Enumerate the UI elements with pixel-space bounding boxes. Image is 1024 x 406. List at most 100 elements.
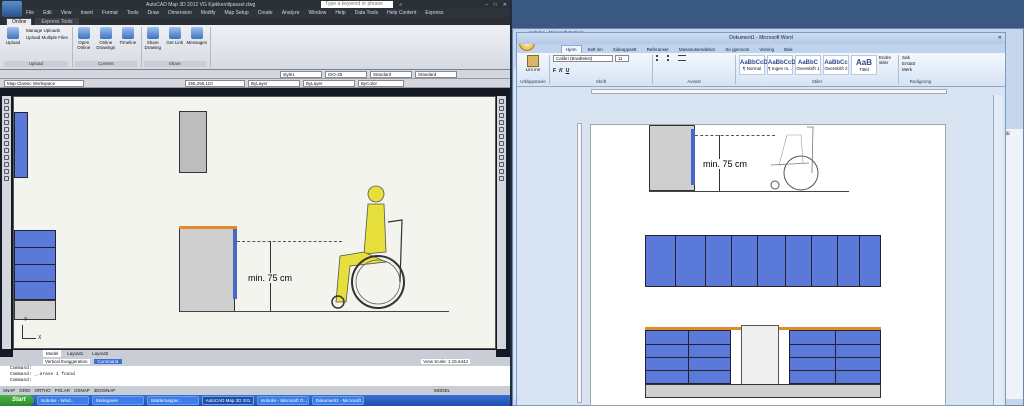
- open-online-button[interactable]: Open Online: [75, 27, 93, 50]
- get-link-button[interactable]: Get Link: [166, 27, 184, 45]
- spline-tool-icon[interactable]: [4, 141, 9, 146]
- share-drawing-button[interactable]: Share Drawing: [144, 27, 162, 50]
- color-select[interactable]: 255,255,110: [185, 79, 245, 87]
- circle-tool-icon[interactable]: [4, 134, 9, 139]
- lineweight-select[interactable]: ByLayer: [303, 79, 355, 87]
- menu-item[interactable]: Insert: [80, 10, 93, 16]
- command-line[interactable]: Command: Command: _.erase 1 found Comman…: [0, 366, 510, 386]
- grid-toggle[interactable]: GRID: [19, 388, 30, 393]
- underline-icon[interactable]: U: [566, 68, 570, 74]
- menu-item[interactable]: Edit: [43, 10, 52, 16]
- command-button[interactable]: Command: [93, 359, 123, 364]
- linetype-select[interactable]: ByLayer: [248, 79, 300, 87]
- tab-hjem[interactable]: Hjem: [561, 45, 582, 53]
- table-style-select[interactable]: Standard: [370, 70, 412, 78]
- timeline-button[interactable]: Timeline: [119, 27, 137, 45]
- close-icon[interactable]: ✕: [998, 33, 1002, 44]
- menu-item[interactable]: Format: [102, 10, 118, 16]
- font-name-select[interactable]: Calibri (Brødtekst): [553, 55, 613, 62]
- view-scale[interactable]: View Scale: 1:15.6444: [421, 359, 470, 364]
- italic-icon[interactable]: K: [559, 68, 563, 74]
- style-heading-2[interactable]: AaBbCc Overskrift 2: [823, 55, 849, 75]
- paste-button[interactable]: Lim inn: [520, 55, 546, 72]
- hatch-tool-icon[interactable]: [4, 169, 9, 174]
- bold-icon[interactable]: F: [553, 68, 556, 74]
- trim-tool-icon[interactable]: [499, 162, 504, 167]
- block-tool-icon[interactable]: [4, 155, 9, 160]
- document-page[interactable]: min. 75 cm: [590, 124, 946, 406]
- extend-tool-icon[interactable]: [499, 169, 504, 174]
- array-tool-icon[interactable]: [499, 127, 504, 132]
- start-button[interactable]: Start: [0, 395, 34, 406]
- change-styles-button[interactable]: Endre stiler: [879, 55, 895, 75]
- menu-item[interactable]: Draw: [147, 10, 159, 16]
- mirror-tool-icon[interactable]: [499, 113, 504, 118]
- tab-sett-inn[interactable]: Sett inn: [584, 46, 607, 53]
- scale-tool-icon[interactable]: [499, 148, 504, 153]
- messages-button[interactable]: Messages: [187, 27, 207, 45]
- autocad-app-button[interactable]: [2, 1, 22, 17]
- menu-item[interactable]: Map Setup: [225, 10, 249, 16]
- tab-express-tools[interactable]: Express Tools: [35, 18, 79, 25]
- rotate-tool-icon[interactable]: [499, 141, 504, 146]
- rectangle-tool-icon[interactable]: [4, 120, 9, 125]
- tab-layout2[interactable]: Layout2: [89, 350, 111, 357]
- tab-visning[interactable]: Visning: [755, 46, 778, 53]
- vertical-ruler[interactable]: [577, 123, 582, 403]
- taskbar-item[interactable]: Innboks - Microsoft O...: [256, 396, 309, 405]
- style-heading-1[interactable]: AaBbC Overskrift 1: [795, 55, 821, 75]
- move-tool-icon[interactable]: [499, 134, 504, 139]
- workspace-select[interactable]: Map Classic Workspace: [4, 79, 84, 87]
- offset-tool-icon[interactable]: [499, 120, 504, 125]
- stretch-tool-icon[interactable]: [499, 155, 504, 160]
- ortho-toggle[interactable]: ORTHO: [35, 388, 51, 393]
- multileader-style-select[interactable]: Standard: [415, 70, 457, 78]
- menu-item[interactable]: Modify: [201, 10, 216, 16]
- 3dosnap-toggle[interactable]: 3DOSNAP: [94, 388, 116, 393]
- taskbar-item[interactable]: Skattemapper...: [146, 396, 199, 405]
- dim-style-select[interactable]: ISO-25: [325, 70, 367, 78]
- menu-item[interactable]: Create: [258, 10, 273, 16]
- close-icon[interactable]: ✕: [503, 2, 510, 8]
- text-style-select[interactable]: style1: [280, 70, 322, 78]
- align-left-icon[interactable]: [678, 55, 686, 61]
- drawing-canvas[interactable]: min. 75 cm Y X: [13, 96, 496, 349]
- font-size-select[interactable]: 11: [615, 55, 629, 62]
- menu-item[interactable]: Window: [309, 10, 327, 16]
- menu-item[interactable]: Express: [425, 10, 443, 16]
- taskbar-item[interactable]: Skolegaver: [91, 396, 144, 405]
- menu-item[interactable]: Analyze: [282, 10, 300, 16]
- taskbar-item[interactable]: AutoCAD Map 3D 201...: [201, 396, 254, 405]
- ellipse-tool-icon[interactable]: [4, 148, 9, 153]
- menu-item[interactable]: Dimension: [168, 10, 192, 16]
- tab-referanser[interactable]: Referanser: [643, 46, 673, 53]
- copy-tool-icon[interactable]: [499, 106, 504, 111]
- menu-item[interactable]: View: [61, 10, 72, 16]
- search-input[interactable]: Type a keyword or phrase: [321, 1, 394, 8]
- manage-uploads-link[interactable]: Manage Uploads: [26, 27, 68, 34]
- vertical-scrollbar[interactable]: [993, 95, 1003, 405]
- menu-item[interactable]: Data Tools: [355, 10, 379, 16]
- polyline-tool-icon[interactable]: [4, 106, 9, 111]
- online-drawings-button[interactable]: Online Drawings: [96, 27, 115, 50]
- arc-tool-icon[interactable]: [4, 127, 9, 132]
- tab-sideoppsett[interactable]: Sideoppsett: [609, 46, 641, 53]
- bullets-icon[interactable]: [656, 55, 664, 61]
- line-tool-icon[interactable]: [4, 99, 9, 104]
- menu-item[interactable]: Help Content: [387, 10, 416, 16]
- select-button[interactable]: Merk: [902, 67, 939, 73]
- fillet-tool-icon[interactable]: [499, 176, 504, 181]
- osnap-toggle[interactable]: OSNAP: [74, 388, 90, 393]
- style-title[interactable]: AaB Tittel: [851, 55, 877, 75]
- text-tool-icon[interactable]: [4, 176, 9, 181]
- upload-button[interactable]: Upload: [4, 27, 22, 45]
- tab-layout1[interactable]: Layout1: [64, 350, 86, 357]
- numbering-icon[interactable]: [667, 55, 675, 61]
- taskbar-item[interactable]: Dokument1 - Microsoft ...: [311, 396, 364, 405]
- tab-model[interactable]: Model: [43, 350, 62, 357]
- menu-item[interactable]: Tools: [127, 10, 139, 16]
- tab-se-gjennom[interactable]: Se gjennom: [721, 46, 753, 53]
- polar-toggle[interactable]: POLAR: [55, 388, 70, 393]
- taskbar-item[interactable]: Innboks - Wind...: [36, 396, 89, 405]
- search-icon[interactable]: ⌕: [399, 2, 402, 8]
